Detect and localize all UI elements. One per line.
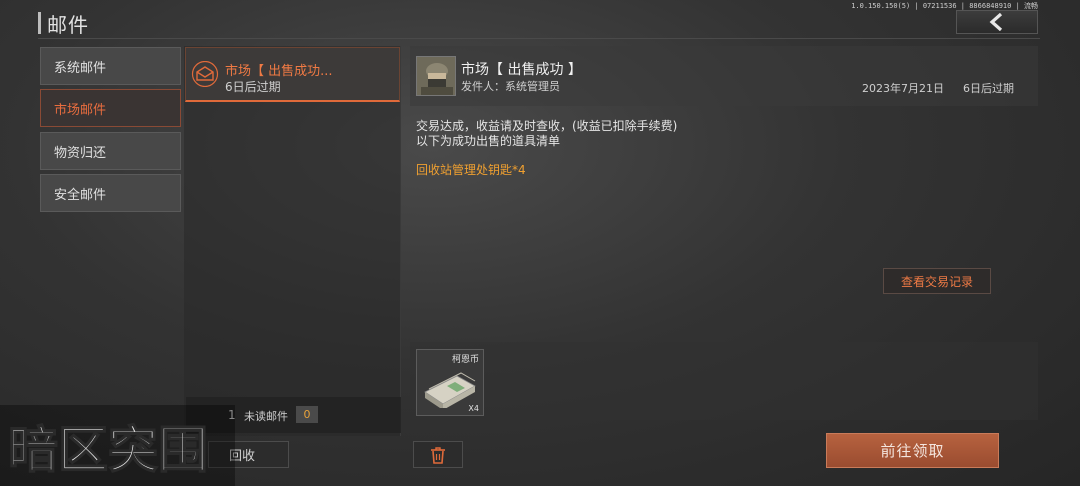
tab-supply-return[interactable]: 物资归还 — [40, 132, 181, 170]
svg-text:暗区突围: 暗区突围 — [8, 421, 208, 479]
tab-security-mail[interactable]: 安全邮件 — [40, 174, 181, 212]
game-logo: 暗区突围 — [0, 405, 235, 486]
mail-date: 2023年7月21日 — [862, 82, 944, 95]
trash-icon — [431, 446, 445, 464]
back-button[interactable] — [956, 10, 1038, 34]
sender-avatar — [416, 56, 456, 96]
unread-count-badge: 0 — [296, 406, 318, 423]
attachment-qty: X4 — [468, 404, 479, 413]
claim-button[interactable]: 前往领取 — [826, 433, 999, 468]
header-divider — [38, 38, 1040, 39]
attachments-panel — [410, 342, 1038, 420]
envelope-open-icon — [191, 61, 219, 87]
cash-bundle-icon — [424, 372, 476, 408]
page-header: 邮件 — [38, 8, 89, 38]
mail-title: 市场【 出售成功 】 — [461, 62, 582, 78]
mail-subject: 市场【 出售成功... — [225, 64, 333, 79]
mail-list-item[interactable]: 市场【 出售成功... 6日后过期 — [185, 47, 400, 102]
tab-system-mail[interactable]: 系统邮件 — [40, 47, 181, 85]
back-arrow-icon — [989, 13, 1003, 31]
mail-expiry: 6日后过期 — [225, 80, 281, 94]
mail-sender: 发件人：系统管理员 — [461, 80, 560, 93]
view-trade-records-button[interactable]: 查看交易记录 — [883, 268, 991, 294]
mail-detail-expiry: 6日后过期 — [963, 82, 1014, 95]
page-title: 邮件 — [47, 12, 89, 37]
mail-body-line-2: 以下为成功出售的道具清单 — [416, 134, 561, 148]
tab-market-mail[interactable]: 市场邮件 — [40, 89, 181, 127]
soldier-avatar-icon — [417, 57, 455, 95]
attachment-slot[interactable]: 柯恩币 X4 — [416, 349, 484, 416]
delete-button[interactable] — [413, 441, 463, 468]
mail-list — [184, 46, 401, 436]
unread-label: 未读邮件 — [244, 410, 288, 423]
sold-item-line: 回收站管理处钥匙*4 — [416, 163, 526, 177]
title-accent-bar — [38, 12, 41, 34]
